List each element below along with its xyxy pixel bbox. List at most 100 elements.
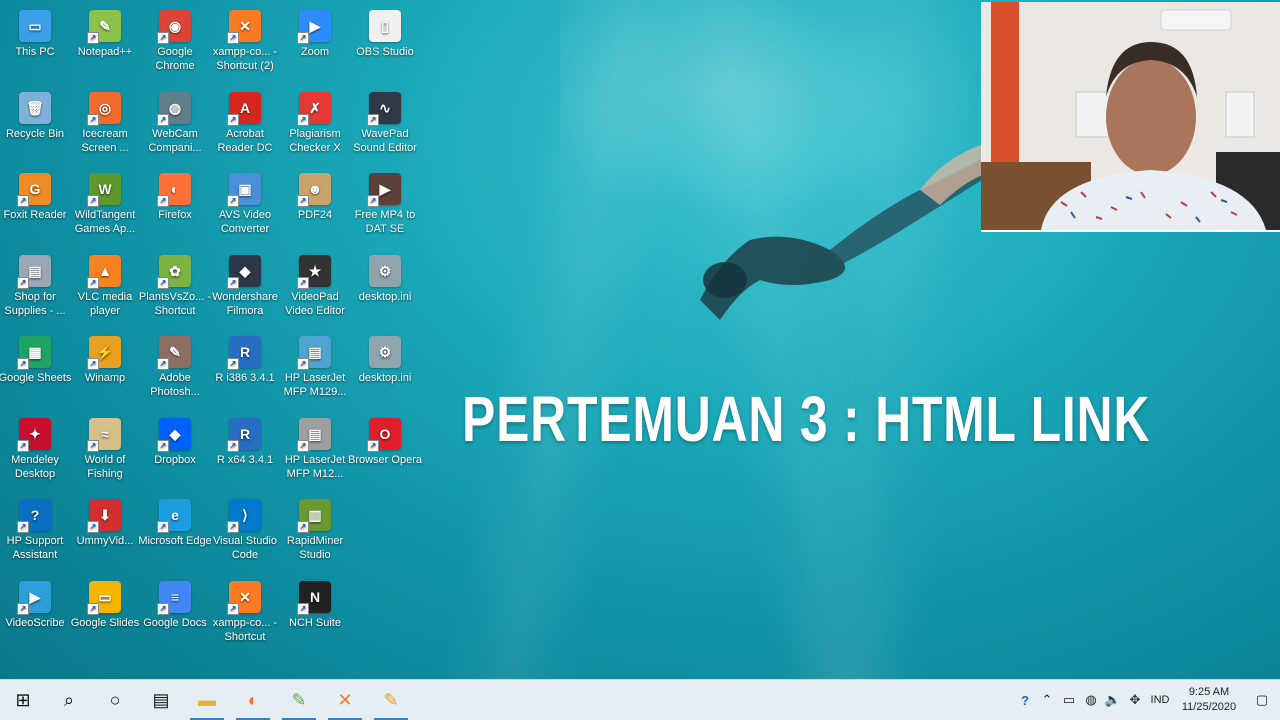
help-icon[interactable]: ?	[1014, 680, 1036, 720]
desktop-icon[interactable]: ✗ ↗ Plagiarism Checker X	[280, 86, 350, 166]
taskbar-start-button[interactable]: ⊞	[0, 680, 46, 720]
shortcut-arrow-icon: ↗	[17, 358, 29, 370]
app-icon: R ↗	[227, 336, 261, 370]
desktop-icon[interactable]: O ↗ Browser Opera	[348, 412, 422, 492]
desktop-icon[interactable]: ◍ ↗ WebCam Compani...	[140, 86, 210, 166]
taskbar-cortana-button[interactable]: ○	[92, 680, 138, 720]
desktop-icon[interactable]: ≡ ↗ Google Docs	[140, 575, 210, 655]
desktop-icon-label: Google Slides	[70, 616, 140, 629]
clock[interactable]: 9:25 AM 11/25/2020	[1174, 685, 1244, 715]
desktop-icon[interactable]: ◎ ↗ Icecream Screen ...	[70, 86, 140, 166]
desktop-icon[interactable]: ⚡ ↗ Winamp	[70, 330, 140, 410]
taskbar-xampp-button[interactable]: ✕	[322, 680, 368, 720]
taskbar-notepad-plus-2-button[interactable]: ✎	[368, 680, 414, 720]
task-view-icon: ▤	[152, 689, 170, 710]
desktop-icon[interactable]: ▶ ↗ Zoom	[280, 4, 350, 84]
app-icon: ▤ ↗	[297, 336, 331, 370]
desktop-icon[interactable]: ✿ ↗ PlantsVsZo... - Shortcut	[138, 249, 212, 329]
shortcut-arrow-icon: ↗	[297, 358, 309, 370]
desktop-icon[interactable]: ▤ ↗ Shop for Supplies - ...	[0, 249, 70, 329]
desktop-icon[interactable]: ⚙ desktop.ini	[350, 330, 420, 410]
desktop-icon[interactable]: ✦ ↗ Mendeley Desktop	[0, 412, 70, 492]
chevron-up-icon[interactable]: ⌃	[1036, 680, 1058, 720]
desktop-icon[interactable]: ✎ ↗ Adobe Photosh...	[140, 330, 210, 410]
desktop-icon[interactable]: ▯ OBS Studio	[350, 4, 420, 84]
desktop-icon-label: Google Sheets	[0, 372, 72, 384]
desktop-icon[interactable]: ∿ ↗ WavePad Sound Editor	[350, 86, 420, 166]
app-icon: A ↗	[227, 91, 261, 126]
desktop-icon[interactable]: ✕ ↗ xampp-co... - Shortcut	[210, 575, 280, 655]
desktop-icon[interactable]: ▶ ↗ Free MP4 to DAT SE	[350, 167, 420, 247]
desktop-icon[interactable]: ▤ ↗ HP LaserJet MFP M12...	[280, 412, 350, 492]
desktop-icon-label: PlantsVsZo... - Shortcut	[138, 290, 212, 317]
desktop-icon-label: Google Chrome	[155, 46, 195, 72]
desktop-icon[interactable]: ✕ ↗ xampp-co... - Shortcut (2)	[210, 4, 280, 84]
network-icon[interactable]: ◍	[1080, 680, 1102, 720]
desktop-icon[interactable]: 🗑 Recycle Bin	[0, 86, 70, 166]
desktop-icon[interactable]: ⬇ ↗ UmmyVid...	[70, 493, 140, 573]
app-icon: ▭	[19, 10, 51, 42]
cortana-icon: ○	[109, 689, 121, 710]
app-icon: ▤ ↗	[297, 417, 331, 452]
app-icon: O ↗	[367, 417, 401, 452]
desktop-icon[interactable]: ▣ ↗ AVS Video Converter	[210, 167, 280, 247]
desktop-icon[interactable]: ≈ ↗ World of Fishing	[70, 412, 140, 492]
taskbar-file-explorer-button[interactable]: ▬	[184, 680, 230, 720]
desktop-icon-label: desktop.ini	[358, 290, 412, 303]
notification-icon[interactable]: ▢	[1244, 680, 1280, 720]
desktop-icon[interactable]: A ↗ Acrobat Reader DC	[210, 86, 280, 166]
desktop-icon[interactable]: W ↗ WildTangent Games Ap...	[70, 167, 140, 247]
desktop-icon-label: VLC media player	[77, 290, 133, 317]
desktop-icon[interactable]: ▲ ↗ VLC media player	[70, 249, 140, 329]
desktop-icon[interactable]: ▶ ↗ VideoScribe	[0, 575, 70, 655]
desktop-icon[interactable]: G ↗ Foxit Reader	[0, 167, 70, 247]
desktop-icon[interactable]: ▥ ↗ RapidMiner Studio	[280, 493, 350, 573]
app-icon: G ↗	[17, 173, 51, 207]
app-icon: ✿ ↗	[157, 254, 191, 289]
desktop-icon-label: Free MP4 to DAT SE	[354, 209, 416, 235]
desktop-icon[interactable]: ▦ ↗ Google Sheets	[0, 330, 72, 410]
battery-icon[interactable]: ▭	[1058, 680, 1080, 720]
desktop-icon[interactable]: ? ↗ HP Support Assistant	[0, 493, 70, 573]
app-icon: ? ↗	[17, 499, 51, 533]
taskbar-notepad-plus-button[interactable]: ✎	[276, 680, 322, 720]
language-indicator[interactable]: IND	[1146, 694, 1174, 706]
desktop-icon[interactable]: ⟩ ↗ Visual Studio Code	[210, 493, 280, 573]
desktop-icon[interactable]: ✎ ↗ Notepad++	[70, 4, 140, 84]
app-icon: R ↗	[227, 417, 261, 452]
app-icon: ⚙	[369, 254, 401, 287]
desktop-icon-label: This PC	[15, 46, 55, 58]
shortcut-arrow-icon: ↗	[367, 113, 379, 126]
desktop-icon-label: AVS Video Converter	[218, 209, 272, 235]
dropbox-icon[interactable]: ✥	[1124, 680, 1146, 720]
webcam-overlay	[981, 2, 1280, 232]
desktop-icon-label: Adobe Photosh...	[150, 372, 200, 398]
desktop-icon-label: WavePad Sound Editor	[353, 127, 417, 154]
app-icon: ✦ ↗	[17, 417, 51, 452]
desktop-icon[interactable]: e ↗ Microsoft Edge	[138, 493, 212, 573]
shortcut-arrow-icon: ↗	[297, 276, 309, 289]
desktop-icon[interactable]: ◐ ↗ Firefox	[140, 167, 210, 247]
app-icon: ▶ ↗	[367, 173, 401, 207]
desktop-icon-label: WildTangent Games Ap...	[74, 209, 136, 235]
desktop-icon[interactable]: N ↗ NCH Suite	[280, 575, 350, 655]
desktop-icon[interactable]: ◉ ↗ Google Chrome	[140, 4, 210, 84]
desktop-icon[interactable]: R ↗ R x64 3.4.1	[210, 412, 280, 492]
desktop-icon-label: Winamp	[84, 372, 126, 384]
desktop-icon[interactable]: ⚙ desktop.ini	[350, 249, 420, 329]
taskbar-task-view-button[interactable]: ▤	[138, 680, 184, 720]
desktop-icon[interactable]: R ↗ R i386 3.4.1	[210, 330, 280, 410]
taskbar-search-button[interactable]: ⌕	[46, 680, 92, 720]
desktop-icon[interactable]: ◆ ↗ Dropbox	[140, 412, 210, 492]
desktop-icon[interactable]: ☻ ↗ PDF24	[280, 167, 350, 247]
desktop-headline: PERTEMUAN 3 : HTML LINK	[462, 383, 1151, 455]
volume-icon[interactable]: 🔈	[1102, 680, 1124, 720]
desktop-icon[interactable]: ◆ ↗ Wondershare Filmora	[210, 249, 280, 329]
taskbar-firefox-button[interactable]: ◐	[230, 680, 276, 720]
desktop-icon[interactable]: ▭ ↗ Google Slides	[70, 575, 140, 655]
desktop-icon[interactable]: ▭ This PC	[0, 4, 70, 84]
desktop-icon[interactable]: ▤ ↗ HP LaserJet MFP M129...	[280, 330, 350, 410]
desktop-icon-label: WebCam Compani...	[148, 127, 202, 154]
desktop-icon[interactable]: ★ ↗ VideoPad Video Editor	[280, 249, 350, 329]
desktop-icon-label: R x64 3.4.1	[216, 453, 274, 466]
